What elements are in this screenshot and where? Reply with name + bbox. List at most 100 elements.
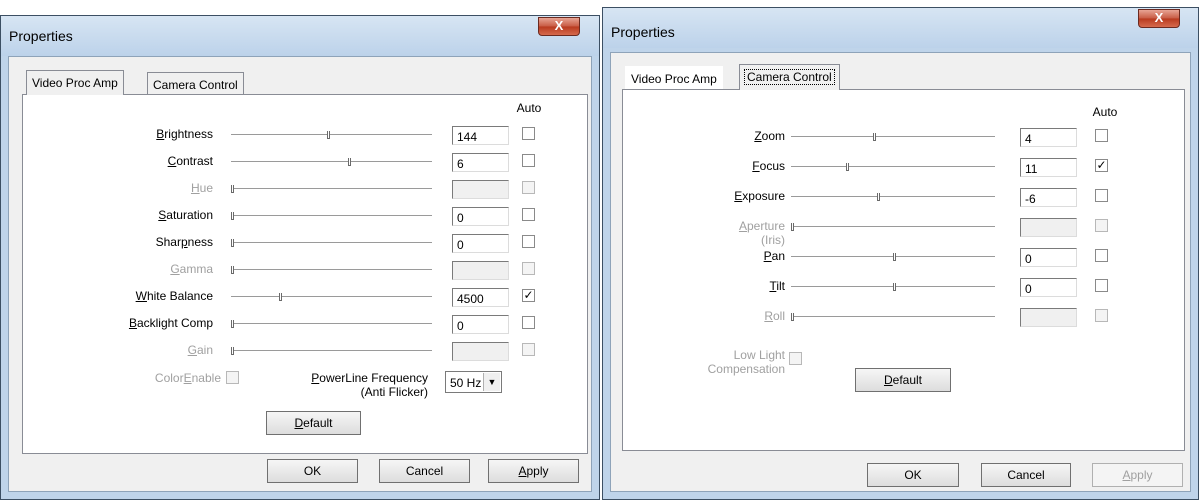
close-button[interactable]: X	[538, 17, 580, 36]
properties-dialog-right: Properties X Video Proc Amp Camera Contr…	[602, 7, 1199, 500]
color-enable-label: ColorEnable	[154, 371, 221, 385]
sharpness-auto-checkbox[interactable]	[522, 235, 535, 248]
properties-dialog-left: Properties X Video Proc Amp Camera Contr…	[0, 15, 600, 500]
brightness-auto-checkbox[interactable]	[522, 127, 535, 140]
backlight-comp-auto-checkbox[interactable]	[522, 316, 535, 329]
brightness-slider-track[interactable]	[231, 134, 432, 136]
tab-video-proc-amp[interactable]: Video Proc Amp	[625, 66, 723, 89]
default-button[interactable]: Default	[266, 411, 361, 435]
zoom-slider-thumb[interactable]	[873, 133, 876, 141]
contrast-label: Contrast	[167, 154, 213, 168]
gain-value-field	[452, 342, 509, 361]
roll-value-field	[1020, 308, 1077, 327]
tilt-label: Tilt	[769, 279, 785, 293]
hue-label: Hue	[190, 181, 213, 195]
sharpness-slider-thumb[interactable]	[231, 239, 234, 247]
focus-value-field[interactable]: 11	[1020, 158, 1077, 177]
default-button[interactable]: Default	[855, 368, 951, 392]
saturation-value-field[interactable]: 0	[452, 207, 509, 226]
aperture-sublabel: (Iris)	[761, 233, 785, 247]
contrast-slider-thumb[interactable]	[348, 158, 351, 166]
saturation-slider-track[interactable]	[231, 215, 432, 217]
gamma-label: Gamma	[170, 262, 213, 276]
exposure-auto-checkbox[interactable]	[1095, 189, 1108, 202]
brightness-value-field[interactable]: 144	[452, 126, 509, 145]
backlight-comp-value-field[interactable]: 0	[452, 315, 509, 334]
backlight-comp-slider-track[interactable]	[231, 323, 432, 325]
gamma-slider-track[interactable]	[231, 269, 432, 271]
gamma-auto-checkbox[interactable]	[522, 262, 535, 275]
tab-camera-control[interactable]: Camera Control	[147, 72, 244, 95]
tilt-slider-thumb[interactable]	[893, 283, 896, 291]
contrast-slider-track[interactable]	[231, 161, 432, 163]
sharpness-value-field[interactable]: 0	[452, 234, 509, 253]
white-balance-slider-thumb[interactable]	[279, 293, 282, 301]
tilt-value-field[interactable]: 0	[1020, 278, 1077, 297]
aperture-slider-track[interactable]	[791, 226, 995, 228]
gain-slider-thumb[interactable]	[231, 347, 234, 355]
exposure-value-field[interactable]: -6	[1020, 188, 1077, 207]
pan-value-field[interactable]: 0	[1020, 248, 1077, 267]
aperture-value-field	[1020, 218, 1077, 237]
hue-slider-thumb[interactable]	[231, 185, 234, 193]
white-balance-slider-track[interactable]	[231, 296, 432, 298]
hue-slider-track[interactable]	[231, 188, 432, 190]
tilt-auto-checkbox[interactable]	[1095, 279, 1108, 292]
tab-video-proc-amp[interactable]: Video Proc Amp	[26, 70, 124, 95]
gamma-slider-thumb[interactable]	[231, 266, 234, 274]
low-light-checkbox[interactable]	[789, 352, 802, 365]
ok-button[interactable]: OK	[267, 459, 358, 483]
saturation-label: Saturation	[158, 208, 213, 222]
focus-label: Focus	[752, 159, 785, 173]
focus-auto-checkbox[interactable]: ✓	[1095, 159, 1108, 172]
pan-auto-checkbox[interactable]	[1095, 249, 1108, 262]
brightness-slider-thumb[interactable]	[327, 131, 330, 139]
dialog-title: Properties	[611, 24, 675, 40]
dialog-title: Properties	[9, 28, 73, 44]
ok-button[interactable]: OK	[867, 463, 959, 487]
tab-camera-control[interactable]: Camera Control	[739, 64, 840, 90]
backlight-comp-slider-thumb[interactable]	[231, 320, 234, 328]
aperture-auto-checkbox[interactable]	[1095, 219, 1108, 232]
gain-auto-checkbox[interactable]	[522, 343, 535, 356]
zoom-slider-track[interactable]	[791, 136, 995, 138]
tab-panel: Auto Brightness 144 Contrast 6 Hue Saturation…	[22, 94, 588, 454]
gain-label: Gain	[187, 343, 213, 357]
gain-slider-track[interactable]	[231, 350, 432, 352]
tab-panel: Auto Zoom 4 Focus 11 ✓ Exposure -6 Aperture (Iri…	[622, 89, 1185, 451]
pan-label: Pan	[763, 249, 785, 263]
aperture-slider-thumb[interactable]	[791, 223, 794, 231]
contrast-value-field[interactable]: 6	[452, 153, 509, 172]
chevron-down-icon: ▼	[483, 373, 500, 391]
zoom-auto-checkbox[interactable]	[1095, 129, 1108, 142]
hue-auto-checkbox[interactable]	[522, 181, 535, 194]
apply-button[interactable]: Apply	[1092, 463, 1183, 487]
auto-header: Auto	[1092, 105, 1118, 119]
roll-auto-checkbox[interactable]	[1095, 309, 1108, 322]
exposure-slider-thumb[interactable]	[877, 193, 880, 201]
saturation-slider-thumb[interactable]	[231, 212, 234, 220]
color-enable-checkbox[interactable]	[226, 371, 239, 384]
sharpness-slider-track[interactable]	[231, 242, 432, 244]
zoom-value-field[interactable]: 4	[1020, 128, 1077, 147]
focus-slider-track[interactable]	[791, 166, 995, 168]
pan-slider-thumb[interactable]	[893, 253, 896, 261]
roll-slider-track[interactable]	[791, 316, 995, 318]
apply-button[interactable]: Apply	[488, 459, 579, 483]
brightness-label: Brightness	[156, 127, 213, 141]
close-button[interactable]: X	[1138, 9, 1180, 28]
white-balance-value-field[interactable]: 4500	[452, 288, 509, 307]
aperture-label: Aperture	[738, 219, 785, 233]
exposure-slider-track[interactable]	[791, 196, 995, 198]
cancel-button[interactable]: Cancel	[379, 459, 470, 483]
powerline-select[interactable]: 50 Hz ▼	[445, 371, 502, 393]
focus-slider-thumb[interactable]	[846, 163, 849, 171]
cancel-button[interactable]: Cancel	[981, 463, 1071, 487]
roll-slider-thumb[interactable]	[791, 313, 794, 321]
white-balance-auto-checkbox[interactable]: ✓	[522, 289, 535, 302]
backlight-comp-label: Backlight Comp	[128, 316, 213, 330]
saturation-auto-checkbox[interactable]	[522, 208, 535, 221]
sharpness-label: Sharpness	[155, 235, 213, 249]
contrast-auto-checkbox[interactable]	[522, 154, 535, 167]
hue-value-field	[452, 180, 509, 199]
